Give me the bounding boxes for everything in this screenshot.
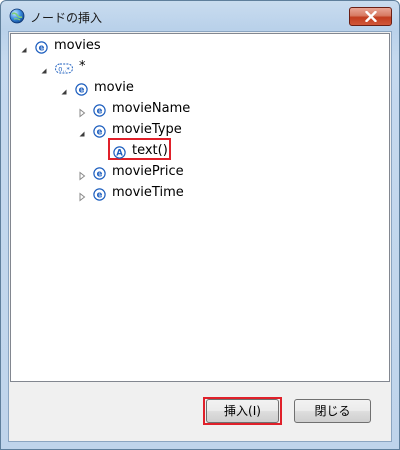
- svg-text:A: A: [116, 148, 123, 158]
- tree-node-label: movieName: [112, 100, 191, 116]
- collapsed-arrow-icon[interactable]: [77, 166, 87, 181]
- svg-text:e: e: [97, 169, 103, 179]
- tree-node-label: movie: [94, 79, 134, 95]
- element-icon: e: [93, 186, 106, 201]
- tree-node-label: movieType: [112, 121, 182, 137]
- close-button[interactable]: 閉じる: [294, 399, 371, 423]
- tree-node-label: movieTime: [112, 184, 184, 200]
- svg-text:0..*: 0..*: [58, 65, 70, 73]
- element-icon: e: [93, 123, 106, 138]
- svg-text:e: e: [79, 85, 85, 95]
- expanded-arrow-icon[interactable]: [19, 40, 29, 53]
- svg-text:e: e: [97, 190, 103, 200]
- attribute-icon: A: [113, 144, 126, 159]
- title-bar[interactable]: ノードの挿入: [1, 1, 399, 31]
- wildcard-icon: 0..*: [55, 60, 73, 73]
- element-icon: e: [35, 39, 48, 54]
- insert-button[interactable]: 挿入(I): [206, 399, 279, 423]
- element-icon: e: [75, 81, 88, 96]
- collapsed-arrow-icon[interactable]: [77, 103, 87, 118]
- window-title: ノードの挿入: [30, 11, 103, 25]
- close-window-button[interactable]: [349, 7, 392, 26]
- tree-node-moviename[interactable]: e movieName: [77, 99, 191, 118]
- tree-node-movies[interactable]: e movies: [19, 36, 101, 54]
- svg-text:e: e: [39, 43, 45, 53]
- tree-node-wildcard[interactable]: 0..* *: [39, 57, 86, 75]
- svg-text:e: e: [97, 106, 103, 116]
- tree-node-movietime[interactable]: e movieTime: [77, 183, 184, 202]
- tree-node-label: text(): [132, 142, 168, 158]
- close-icon: [365, 11, 377, 22]
- expanded-arrow-icon[interactable]: [59, 82, 69, 95]
- tree-node-movietype[interactable]: e movieType: [77, 120, 182, 138]
- tree-node-text[interactable]: A text(): [107, 141, 168, 159]
- expanded-arrow-icon[interactable]: [77, 124, 87, 137]
- node-tree-view[interactable]: e movies 0..* * e movie e movieName e mo…: [10, 33, 390, 382]
- tree-node-label: movies: [54, 37, 101, 53]
- element-icon: e: [93, 102, 106, 117]
- dialog-window: ノードの挿入 e movies 0..* * e movie e movieNa…: [0, 0, 400, 450]
- dialog-client-area: e movies 0..* * e movie e movieName e mo…: [8, 31, 392, 442]
- tree-node-label: moviePrice: [112, 163, 184, 179]
- collapsed-arrow-icon[interactable]: [77, 187, 87, 202]
- tree-node-movieprice[interactable]: e moviePrice: [77, 162, 184, 181]
- tree-node-movie[interactable]: e movie: [59, 78, 134, 96]
- app-globe-icon: [9, 8, 25, 24]
- svg-text:e: e: [97, 127, 103, 137]
- tree-node-label: *: [79, 58, 86, 74]
- element-icon: e: [93, 165, 106, 180]
- expanded-arrow-icon[interactable]: [39, 61, 49, 74]
